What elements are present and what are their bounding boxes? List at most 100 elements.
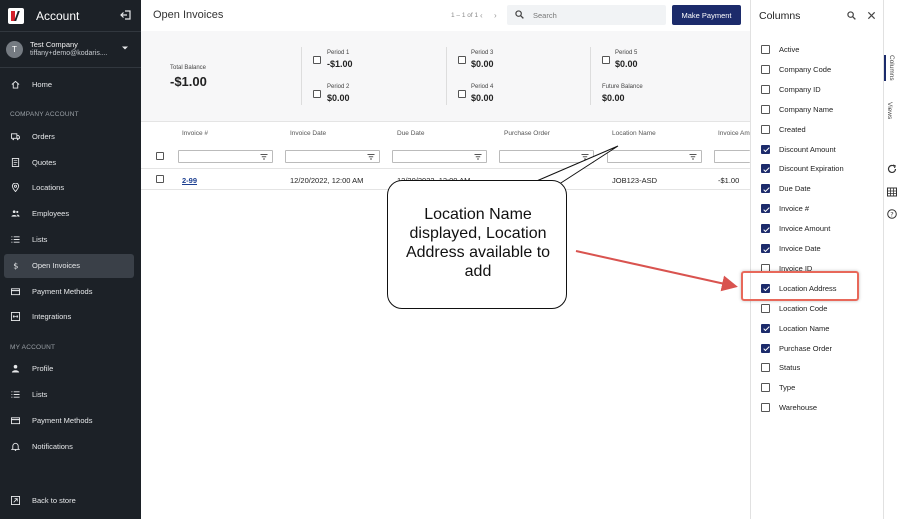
sidebar-item-integrations[interactable]: Integrations (4, 305, 134, 329)
column-checkbox[interactable] (761, 104, 770, 114)
company-switcher[interactable]: T Test Company tiffany+demo@kodaris.... (6, 37, 134, 61)
invoice-date-filter[interactable] (285, 150, 380, 163)
sidebar-item-payment-methods[interactable]: Payment Methods (4, 280, 134, 304)
chevron-right-icon[interactable]: › (494, 11, 497, 20)
column-header-due-date[interactable]: Due Date (397, 130, 424, 137)
sidebar-item-my-payment-methods[interactable]: Payment Methods (4, 409, 134, 433)
sidebar-item-label: Open Invoices (32, 261, 80, 270)
period-3-label: Period 3 (471, 50, 494, 56)
column-option[interactable]: Location Code (761, 301, 879, 315)
select-all-checkbox[interactable] (156, 152, 164, 160)
column-checkbox[interactable] (761, 45, 770, 54)
column-checkbox[interactable] (761, 403, 770, 413)
column-option[interactable]: Due Date (761, 181, 879, 195)
column-checkbox[interactable] (761, 124, 770, 134)
column-checkbox[interactable] (761, 164, 770, 174)
sidebar-item-back-to-store[interactable]: Back to store (4, 489, 134, 513)
sidebar-item-label: Quotes (32, 158, 57, 167)
sidebar-item-lists[interactable]: Lists (4, 228, 134, 252)
future-balance-label: Future Balance (602, 84, 643, 90)
sidebar-item-label: Payment Methods (32, 416, 93, 425)
period-4-checkbox[interactable] (458, 90, 466, 98)
column-option[interactable]: Active (761, 42, 879, 56)
tab-columns[interactable]: Columns (884, 55, 895, 81)
sidebar-item-quotes[interactable]: Quotes (4, 151, 134, 175)
truck-icon (11, 133, 20, 141)
tab-views[interactable]: Views (886, 102, 893, 119)
column-checkbox[interactable] (761, 244, 770, 253)
column-checkbox[interactable] (761, 64, 770, 74)
column-checkbox[interactable] (761, 204, 770, 214)
purchase-order-filter[interactable] (499, 150, 594, 163)
column-option[interactable]: Warehouse (761, 400, 879, 414)
column-header-invoice[interactable]: Invoice # (182, 130, 208, 137)
column-option[interactable]: Purchase Order (761, 341, 879, 355)
sidebar-item-orders[interactable]: Orders (4, 125, 134, 149)
sidebar-item-profile[interactable]: Profile (4, 357, 134, 381)
column-option[interactable]: Company Code (761, 62, 879, 76)
chevron-left-icon[interactable]: ‹ (480, 11, 483, 20)
column-option[interactable]: Invoice Amount (761, 221, 879, 235)
column-option[interactable]: Status (761, 360, 879, 374)
search-icon[interactable] (847, 11, 856, 20)
column-option[interactable]: Company Name (761, 102, 879, 116)
column-header-invoice-date[interactable]: Invoice Date (290, 130, 326, 137)
column-option[interactable]: Discount Expiration (761, 161, 879, 175)
column-checkbox[interactable] (761, 84, 770, 94)
column-option-label: Status (779, 363, 801, 373)
brand: Account (8, 6, 134, 26)
collapse-sidebar-icon[interactable] (120, 9, 132, 21)
refresh-icon[interactable] (887, 164, 897, 174)
close-icon[interactable] (867, 11, 876, 20)
credit-card-icon (11, 417, 20, 425)
sidebar-item-home[interactable]: Home (4, 73, 134, 97)
column-option-label: Invoice Amount (779, 224, 831, 234)
invoice-amount-filter[interactable] (714, 150, 750, 163)
period-1-label: Period 1 (327, 50, 350, 56)
column-option[interactable]: Type (761, 380, 879, 394)
column-option[interactable]: Location Name (761, 321, 879, 335)
due-date-filter[interactable] (392, 150, 487, 163)
column-option-label: Active (779, 45, 800, 54)
column-header-location-name[interactable]: Location Name (612, 130, 656, 137)
column-checkbox[interactable] (761, 343, 770, 353)
period-3-checkbox[interactable] (458, 56, 466, 64)
sidebar-item-notifications[interactable]: Notifications (4, 435, 134, 459)
sidebar-item-my-lists[interactable]: Lists (4, 383, 134, 407)
column-header-purchase-order[interactable]: Purchase Order (504, 130, 550, 137)
column-option[interactable]: Created (761, 122, 879, 136)
column-option[interactable]: Discount Amount (761, 142, 879, 156)
column-option-label: Invoice # (779, 204, 810, 214)
invoice-link[interactable]: 2-99 (182, 176, 197, 185)
side-rail: Columns Views ? (883, 0, 900, 519)
period-5-checkbox[interactable] (602, 56, 610, 64)
column-option-label: Created (779, 124, 806, 134)
make-payment-button[interactable]: Make Payment (672, 5, 741, 25)
sidebar-item-locations[interactable]: Locations (4, 176, 134, 200)
column-option[interactable]: Invoice Date (761, 241, 879, 255)
table-grid-icon[interactable] (887, 187, 897, 197)
invoice-filter[interactable] (178, 150, 273, 163)
period-5-label: Period 5 (615, 50, 638, 56)
column-checkbox[interactable] (761, 363, 770, 373)
sidebar-item-employees[interactable]: Employees (4, 202, 134, 226)
column-option[interactable]: Invoice # (761, 201, 879, 215)
column-option[interactable]: Company ID (761, 82, 879, 96)
column-checkbox[interactable] (761, 184, 770, 194)
location-name-filter[interactable] (607, 150, 702, 163)
column-checkbox[interactable] (761, 303, 770, 313)
caret-down-icon (122, 46, 128, 50)
period-1-checkbox[interactable] (313, 56, 321, 64)
search-input[interactable] (533, 8, 661, 22)
column-checkbox[interactable] (761, 323, 770, 333)
row-checkbox[interactable] (156, 175, 164, 183)
column-checkbox[interactable] (761, 144, 770, 154)
help-icon[interactable]: ? (887, 209, 897, 219)
column-checkbox[interactable] (761, 224, 770, 234)
column-header-invoice-amount[interactable]: Invoice Am (718, 130, 750, 137)
period-2-checkbox[interactable] (313, 90, 321, 98)
column-option-label: Location Name (779, 323, 830, 333)
sidebar-item-open-invoices[interactable]: $ Open Invoices (4, 254, 134, 278)
avatar: T (6, 40, 23, 58)
column-checkbox[interactable] (761, 383, 770, 393)
